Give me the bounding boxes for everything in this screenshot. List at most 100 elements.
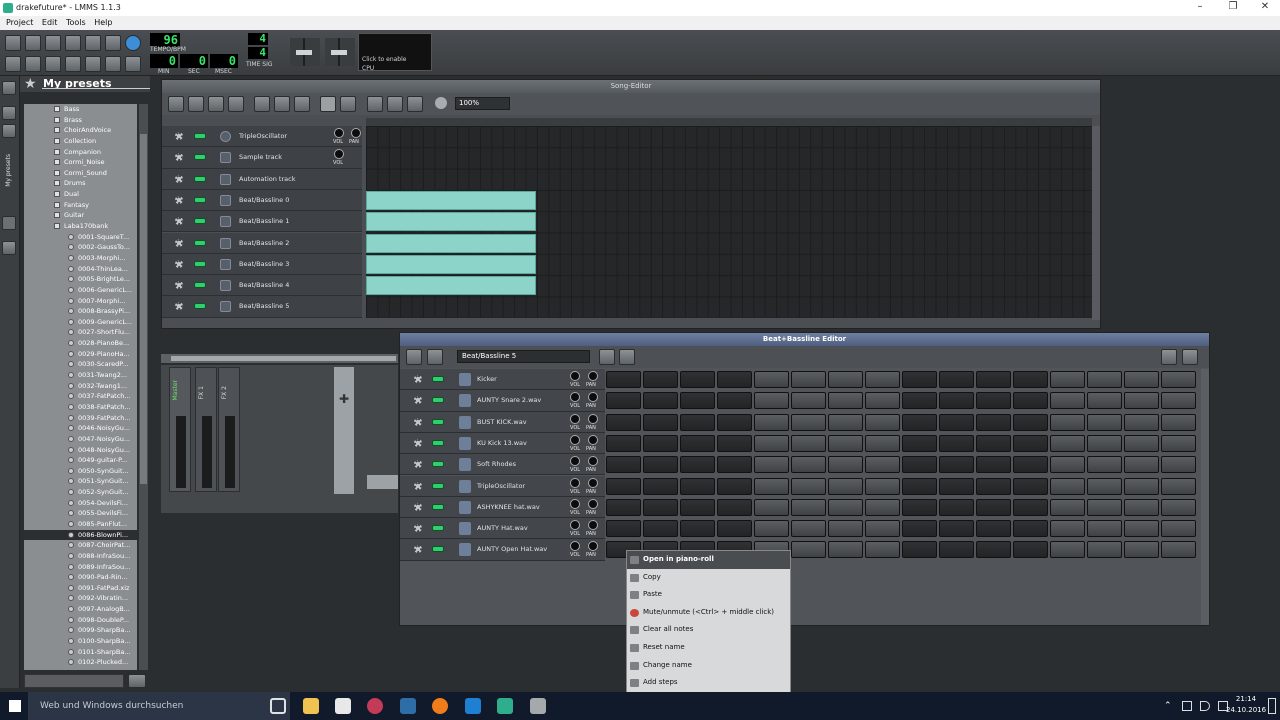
preset-item[interactable]: Drums [24,178,137,189]
step-button[interactable] [1161,477,1196,495]
menu-edit[interactable]: Edit [42,18,58,27]
pan-knob[interactable] [588,456,598,467]
preset-item[interactable]: 0037-FatPatch... [24,391,137,402]
song-track-name[interactable]: Beat/Bassline 5 [239,302,289,310]
volume-knob[interactable] [334,128,344,138]
step-button[interactable] [754,371,789,388]
step-button[interactable] [865,413,900,431]
track-settings-icon[interactable] [175,259,183,268]
step-button[interactable] [680,371,715,388]
step-button[interactable] [902,456,937,474]
my-samples-icon[interactable] [2,124,16,138]
song-editor-icon[interactable] [5,56,21,72]
step-button[interactable] [902,392,937,410]
preset-item[interactable]: Laba170bank [24,221,137,232]
step-button[interactable] [1013,392,1048,410]
preset-item[interactable]: 0027-ShortFlu... [24,327,137,338]
step-button[interactable] [754,392,789,410]
step-button[interactable] [791,498,826,516]
volume-icon[interactable] [1200,701,1210,711]
pan-knob[interactable] [588,477,598,488]
track-mute-led[interactable] [194,239,206,246]
preset-item[interactable]: Cormi_Sound [24,168,137,179]
minimize-button[interactable]: – [1185,0,1215,16]
step-button[interactable] [643,456,678,474]
time-sig-numerator[interactable]: 4 [248,33,268,45]
cpu-graph[interactable]: Click to enable CPU [358,33,432,72]
step-button[interactable] [717,456,752,474]
preset-item[interactable]: 0032-Twang1... [24,381,137,392]
network-icon[interactable] [1182,701,1192,711]
track-mute-led[interactable] [194,260,206,267]
track-settings-icon[interactable] [414,545,422,554]
step-button[interactable] [902,413,937,431]
context-menu-item[interactable]: Copy [627,569,790,587]
preset-item[interactable]: 0002-GaussTo... [24,242,137,253]
pattern-select[interactable]: Beat/Bassline 5 [457,350,590,363]
preset-item[interactable]: 0005-BrightLe... [24,274,137,285]
step-button[interactable] [939,520,974,538]
song-track[interactable]: Beat/Bassline 1 [162,211,362,233]
step-button[interactable] [1124,477,1159,495]
song-track-name[interactable]: Beat/Bassline 4 [239,281,289,289]
step-button[interactable] [606,520,641,538]
step-button[interactable] [1087,371,1122,388]
steam-icon[interactable] [400,698,416,714]
step-button[interactable] [1161,498,1196,516]
beat-track[interactable]: TripleOscillator VOL PAN [400,475,605,497]
step-button[interactable] [717,371,752,388]
step-button[interactable] [1013,434,1048,452]
media-player-icon[interactable] [367,698,383,714]
step-button[interactable] [1050,392,1085,410]
remove-steps-icon[interactable] [1161,349,1177,365]
notifications-icon[interactable] [1268,698,1276,714]
step-button[interactable] [828,498,863,516]
step-button[interactable] [717,477,752,495]
step-button[interactable] [828,413,863,431]
time-sig-denominator[interactable]: 4 [248,47,268,59]
preset-item[interactable]: 0092-Vibratin... [24,593,137,604]
beat-editor-icon[interactable] [25,56,41,72]
step-button[interactable] [865,541,900,559]
preset-item[interactable]: Collection [24,136,137,147]
pan-knob[interactable] [588,392,598,403]
automation-editor-icon[interactable] [65,56,81,72]
song-track[interactable]: Beat/Bassline 3 [162,253,362,276]
my-projects-icon[interactable] [2,106,16,120]
draw-mode-icon[interactable] [320,96,336,112]
step-button[interactable] [717,498,752,516]
step-button[interactable] [865,392,900,410]
volume-knob[interactable] [570,520,580,531]
step-button[interactable] [1050,413,1085,431]
record-icon[interactable] [188,96,204,112]
beat-track[interactable]: ASHYKNEE hat.wav VOL PAN [400,496,605,519]
step-button[interactable] [828,456,863,474]
preset-item[interactable]: 0050-SynGuit... [24,466,137,477]
step-button[interactable] [865,371,900,388]
root-directory-icon[interactable] [2,81,16,95]
preset-item[interactable]: Cormi_Noise [24,157,137,168]
preset-item[interactable]: 0008-BrassyPi... [24,306,137,317]
play-beat-icon[interactable] [406,349,422,365]
beat-track-name[interactable]: ASHYKNEE hat.wav [477,503,540,511]
step-button[interactable] [606,392,641,410]
beat-vertical-scrollbar[interactable] [1201,369,1209,625]
context-menu-item[interactable]: Mute/unmute (<Ctrl> + middle click) [627,604,790,622]
track-mute-led[interactable] [432,439,444,446]
step-button[interactable] [680,477,715,495]
record-while-playing-icon[interactable] [208,96,224,112]
step-button[interactable] [754,456,789,474]
step-button[interactable] [791,434,826,452]
taskbar-search-box[interactable]: Web und Windows durchsuchen [28,692,290,720]
volume-knob[interactable] [570,541,580,552]
preset-item[interactable]: 0031-Twang2... [24,370,137,381]
preset-item[interactable]: 0054-DevilsFi... [24,498,137,509]
step-button[interactable] [939,456,974,474]
pan-knob[interactable] [351,128,361,138]
step-button[interactable] [1013,456,1048,474]
track-settings-icon[interactable] [175,302,183,311]
recent-projects-icon[interactable] [65,35,81,51]
export-icon[interactable] [105,35,121,51]
track-mute-led[interactable] [194,282,206,289]
preset-filter-input[interactable] [24,674,124,688]
